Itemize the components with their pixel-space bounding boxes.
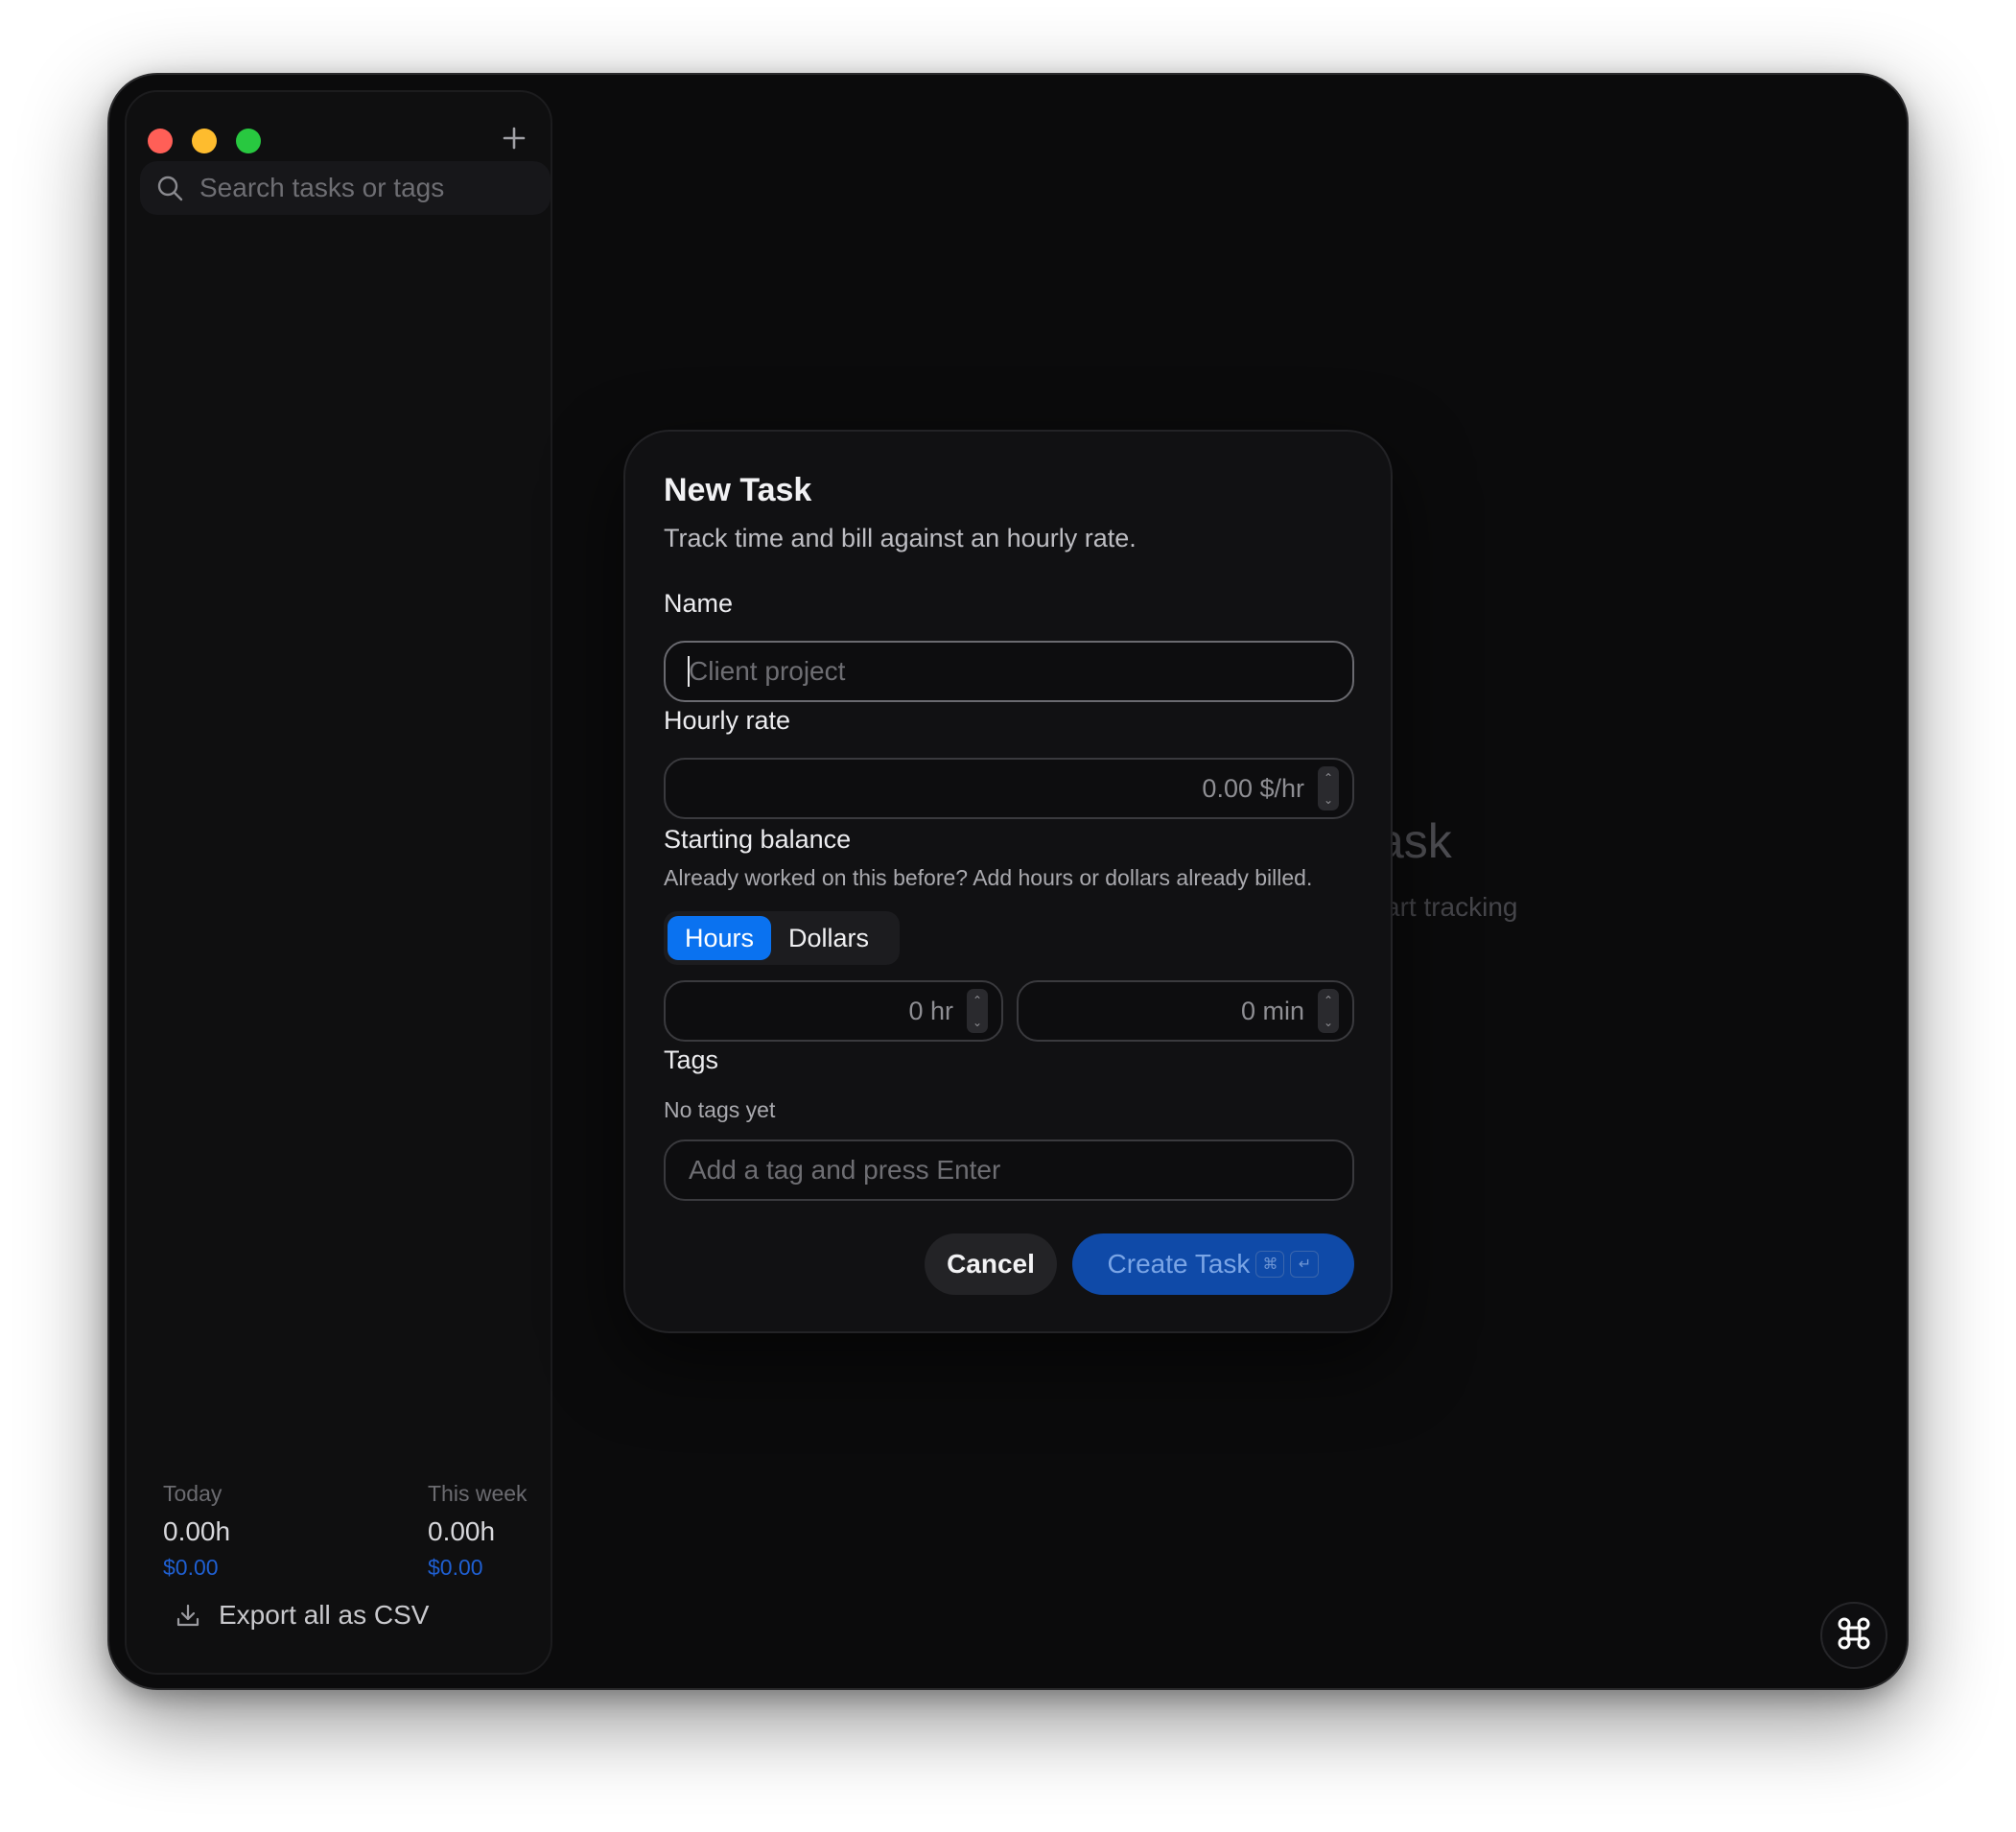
rate-value: 0.00 $/hr: [1202, 773, 1304, 803]
rate-label: Hourly rate: [664, 706, 791, 735]
dialog-subtitle: Track time and bill against an hourly ra…: [664, 524, 1137, 552]
today-label: Today: [163, 1481, 223, 1506]
command-icon: [1837, 1616, 1871, 1656]
chevron-down-icon[interactable]: ⌄: [1324, 794, 1333, 806]
week-hours: 0.00h: [428, 1516, 496, 1546]
rate-stepper[interactable]: ⌃ ⌄: [1318, 766, 1339, 810]
minutes-input[interactable]: 0 min ⌃ ⌄: [1017, 980, 1354, 1042]
balance-label: Starting balance: [664, 825, 852, 854]
search-bar[interactable]: [140, 161, 551, 215]
sidebar: Today 0.00h $0.00 This week 0.00h $0.00 …: [125, 90, 552, 1675]
text-caret: [688, 656, 690, 687]
balance-hint: Already worked on this before? Add hours…: [664, 865, 1313, 890]
command-key-icon: ⌘: [1255, 1251, 1285, 1278]
export-csv-button[interactable]: Export all as CSV: [175, 1600, 429, 1631]
return-key-icon: ↵: [1290, 1251, 1320, 1278]
tags-empty-text: No tags yet: [664, 1097, 776, 1122]
new-task-dialog: New Task Track time and bill against an …: [623, 430, 1393, 1333]
hours-stepper[interactable]: ⌃ ⌄: [967, 989, 988, 1033]
stat-today: Today 0.00h $0.00: [163, 1481, 230, 1581]
chevron-down-icon[interactable]: ⌄: [973, 1017, 982, 1028]
today-money: $0.00: [163, 1555, 219, 1580]
tags-label: Tags: [664, 1045, 719, 1074]
segment-dollars[interactable]: Dollars: [771, 916, 886, 960]
chevron-up-icon[interactable]: ⌃: [1324, 772, 1333, 784]
download-icon: [175, 1601, 203, 1630]
segment-hours[interactable]: Hours: [668, 916, 772, 960]
hours-value: 0 hr: [908, 996, 953, 1025]
create-task-label: Create Task: [1107, 1249, 1251, 1279]
cancel-button[interactable]: Cancel: [925, 1233, 1057, 1295]
export-label: Export all as CSV: [219, 1600, 430, 1630]
tag-input[interactable]: [664, 1139, 1354, 1201]
new-task-button[interactable]: [495, 121, 533, 159]
week-label: This week: [428, 1481, 527, 1506]
balance-mode-toggle: Hours Dollars: [664, 911, 900, 965]
command-menu-button[interactable]: [1820, 1602, 1887, 1669]
create-task-button[interactable]: Create Task ⌘ ↵: [1072, 1233, 1354, 1295]
today-hours: 0.00h: [163, 1516, 231, 1546]
minutes-value: 0 min: [1240, 996, 1304, 1025]
week-money: $0.00: [428, 1555, 483, 1580]
chevron-up-icon[interactable]: ⌃: [1324, 995, 1333, 1006]
empty-state-subtitle: art tracking: [1385, 892, 1518, 922]
name-label: Name: [664, 589, 734, 618]
close-window-button[interactable]: [148, 129, 173, 153]
dialog-title: New Task: [664, 472, 812, 508]
chevron-down-icon[interactable]: ⌄: [1324, 1017, 1333, 1028]
chevron-up-icon[interactable]: ⌃: [973, 995, 982, 1006]
zoom-window-button[interactable]: [236, 129, 261, 153]
minutes-stepper[interactable]: ⌃ ⌄: [1318, 989, 1339, 1033]
search-input[interactable]: [198, 172, 527, 204]
plus-icon: [501, 125, 527, 156]
minimize-window-button[interactable]: [192, 129, 217, 153]
search-icon: [155, 173, 186, 203]
hours-input[interactable]: 0 hr ⌃ ⌄: [664, 980, 1003, 1042]
name-input[interactable]: [664, 641, 1354, 702]
hourly-rate-input[interactable]: 0.00 $/hr ⌃ ⌄: [664, 758, 1354, 819]
stat-week: This week 0.00h $0.00: [428, 1481, 527, 1581]
